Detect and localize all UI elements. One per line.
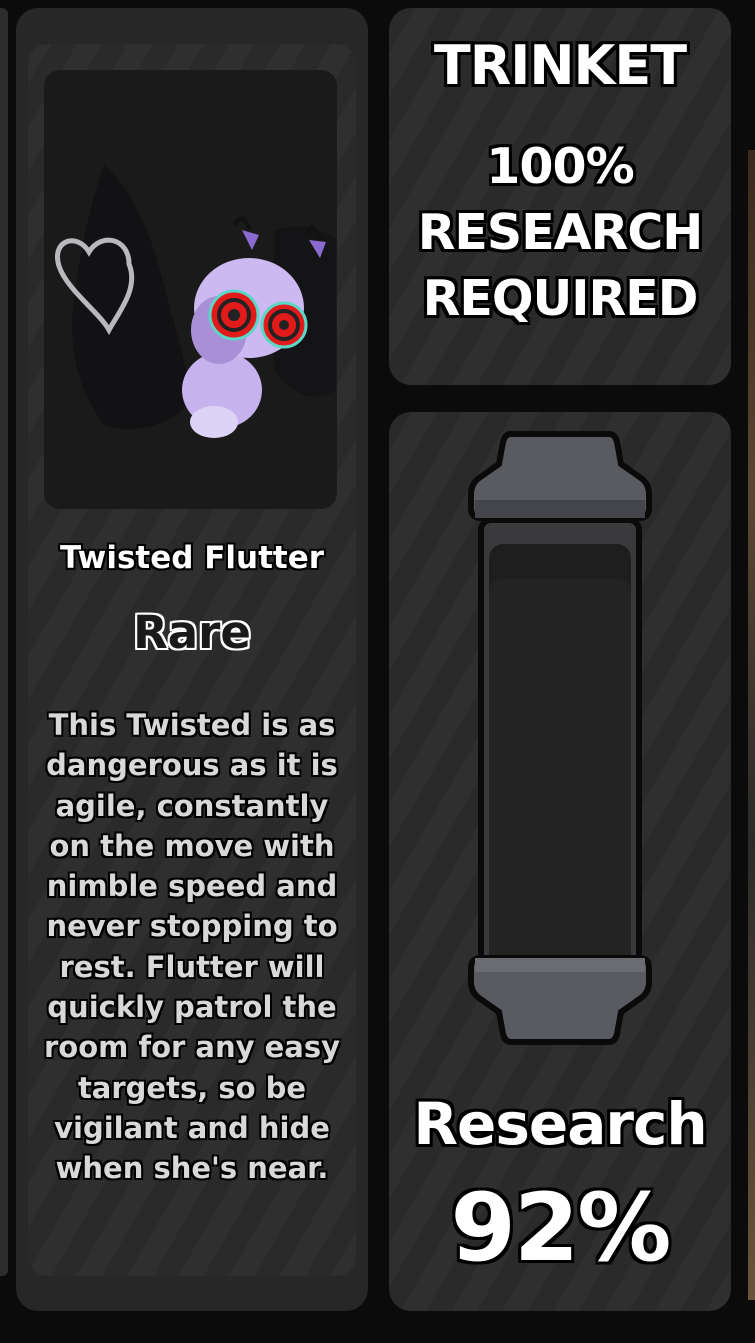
adjacent-card-edge — [0, 8, 8, 1276]
wing-left — [72, 165, 194, 430]
background-edge — [748, 150, 755, 1300]
antenna-left — [232, 216, 251, 231]
creature-name: Twisted Flutter — [59, 540, 325, 576]
creature-legs — [190, 406, 238, 438]
creature-description: This Twisted is as dangerous as it is ag… — [43, 708, 341, 1186]
trinket-requirement: 100% RESEARCH REQUIRED — [417, 138, 704, 327]
research-percentage: 92% — [450, 1174, 672, 1283]
trinket-panel: TRINKET 100% RESEARCH REQUIRED — [389, 8, 731, 385]
research-label: Research — [413, 1090, 707, 1158]
twisted-flutter-portrait — [44, 70, 337, 509]
trinket-title: TRINKET — [433, 34, 687, 97]
rarity-label: Rare — [133, 606, 251, 659]
research-fill — [489, 578, 631, 976]
research-panel: Research 92% — [389, 412, 731, 1311]
research-tube-icon — [468, 431, 652, 1045]
antenna-tip-left — [242, 230, 259, 250]
